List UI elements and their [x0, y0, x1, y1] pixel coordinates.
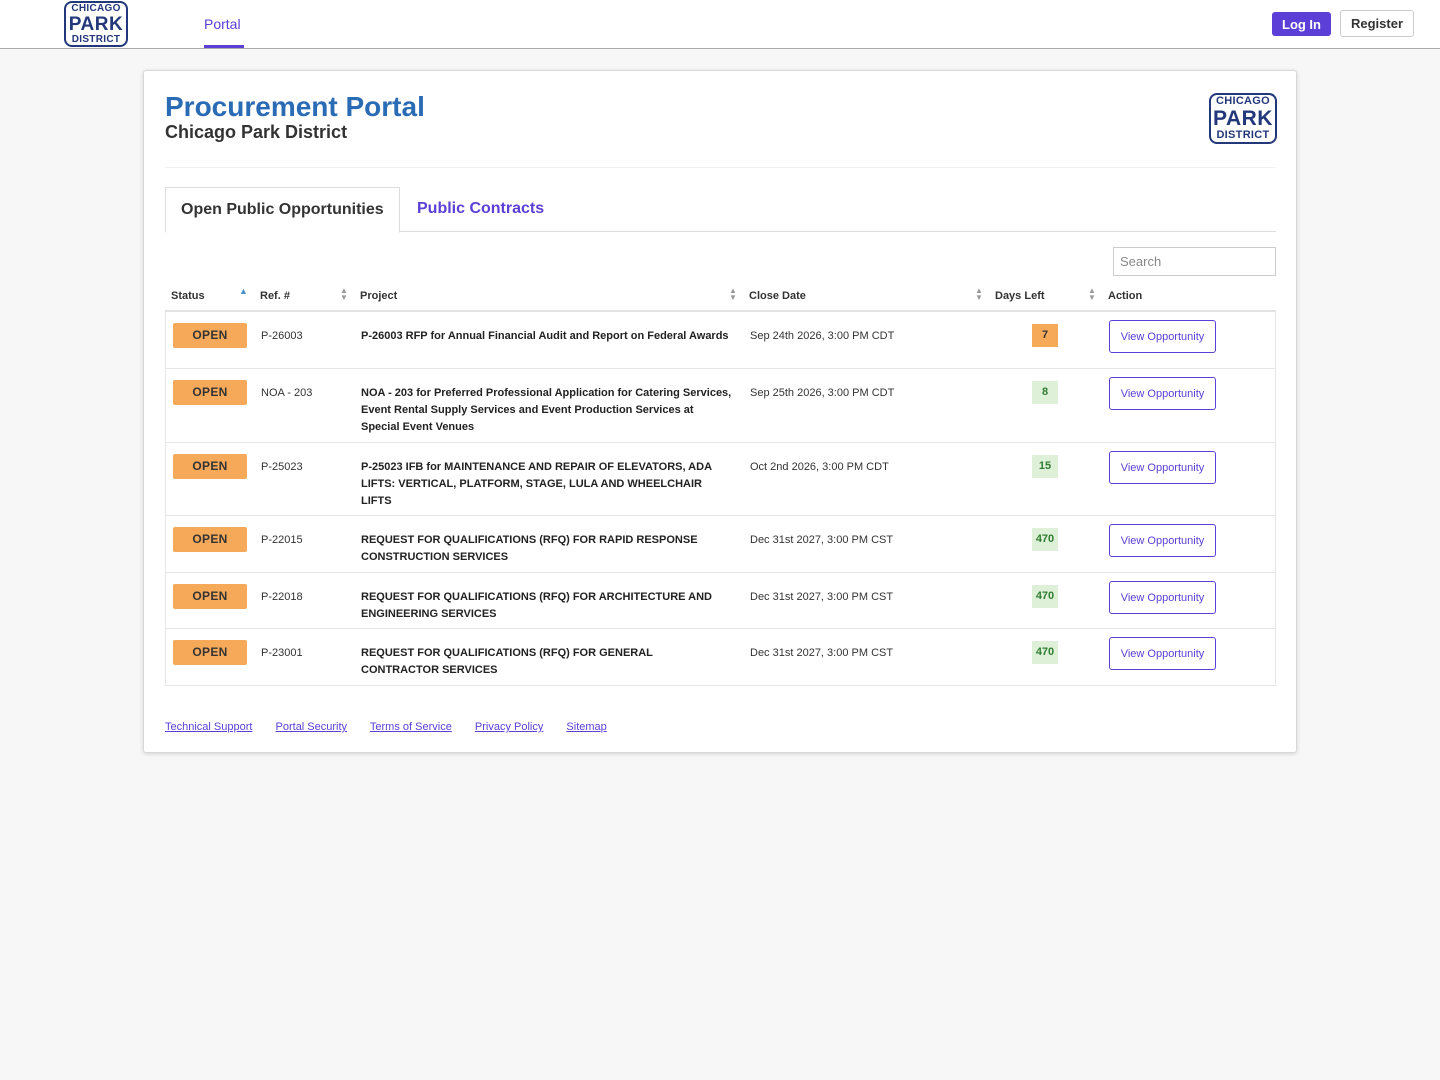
column-header-action: Action	[1108, 290, 1143, 302]
close-date: Sep 24th 2026, 3:00 PM CDT	[750, 330, 895, 342]
chicago-park-district-logo[interactable]: CHICAGO PARK DISTRICT	[64, 1, 128, 47]
ref-number: P-25023	[261, 461, 303, 473]
project-name: REQUEST FOR QUALIFICATIONS (RFQ) FOR RAP…	[361, 534, 698, 563]
days-left-badge: 15	[1032, 455, 1058, 478]
header-divider	[165, 167, 1276, 168]
project-name: P-25023 IFB for MAINTENANCE AND REPAIR O…	[361, 461, 712, 507]
project-name: NOA - 203 for Preferred Professional App…	[361, 387, 732, 433]
column-header-project[interactable]: Project	[360, 290, 397, 302]
close-date: Sep 25th 2026, 3:00 PM CDT	[750, 387, 895, 399]
close-date: Dec 31st 2027, 3:00 PM CST	[750, 647, 894, 659]
nav-active-indicator	[204, 45, 244, 48]
close-date: Dec 31st 2027, 3:00 PM CST	[750, 591, 894, 603]
ref-number: P-26003	[261, 330, 303, 342]
close-date: Oct 2nd 2026, 3:00 PM CDT	[750, 461, 889, 473]
footer-links: Technical Support Portal Security Terms …	[165, 721, 627, 733]
view-opportunity-button[interactable]: View Opportunity	[1109, 637, 1216, 670]
footer-link-terms-of-service[interactable]: Terms of Service	[370, 721, 452, 733]
login-button[interactable]: Log In	[1272, 12, 1331, 36]
top-navbar: CHICAGO PARK DISTRICT Portal Log In Regi…	[0, 0, 1440, 49]
status-badge: OPEN	[173, 380, 247, 405]
nav-portal-link[interactable]: Portal	[204, 16, 241, 32]
ref-number: P-22015	[261, 534, 303, 546]
logo-line-3: DISTRICT	[1216, 129, 1270, 141]
project-name: P-26003 RFP for Annual Financial Audit a…	[361, 330, 729, 342]
column-header-close-date[interactable]: Close Date	[749, 290, 806, 302]
status-badge: OPEN	[173, 584, 247, 609]
days-left-badge: 470	[1032, 585, 1058, 608]
view-opportunity-button[interactable]: View Opportunity	[1109, 320, 1216, 353]
table-row: OPEN P-25023 P-25023 IFB for MAINTENANCE…	[166, 443, 1275, 516]
page-title: Procurement Portal	[165, 91, 425, 122]
view-opportunity-button[interactable]: View Opportunity	[1109, 451, 1216, 484]
project-name: REQUEST FOR QUALIFICATIONS (RFQ) FOR GEN…	[361, 647, 653, 676]
column-header-days-left[interactable]: Days Left	[995, 290, 1045, 302]
view-opportunity-button[interactable]: View Opportunity	[1109, 524, 1216, 557]
days-left-badge: 7	[1032, 324, 1058, 347]
logo-line-2: PARK	[68, 13, 124, 35]
table-row: OPEN P-22015 REQUEST FOR QUALIFICATIONS …	[166, 516, 1275, 573]
ref-number: NOA - 203	[261, 387, 313, 399]
column-header-status[interactable]: Status	[171, 290, 205, 302]
table-header: Status ▲ Ref. # ▲ ▼ Project ▲ ▼ Close Date…	[165, 283, 1276, 312]
view-opportunity-button[interactable]: View Opportunity	[1109, 377, 1216, 410]
logo-line-3: DISTRICT	[71, 33, 121, 45]
sort-icon[interactable]: ▲ ▼	[1088, 287, 1096, 302]
footer-link-portal-security[interactable]: Portal Security	[276, 721, 348, 733]
header-logo: CHICAGO PARK DISTRICT	[1209, 93, 1277, 144]
table-row: OPEN P-26003 P-26003 RFP for Annual Fina…	[166, 312, 1275, 369]
logo-line-2: PARK	[1213, 107, 1273, 130]
tab-open-public-opportunities[interactable]: Open Public Opportunities	[165, 187, 400, 233]
sort-icon[interactable]: ▲ ▼	[340, 287, 348, 302]
footer-link-technical-support[interactable]: Technical Support	[165, 721, 252, 733]
search-input[interactable]	[1113, 247, 1276, 276]
logo-line-1: CHICAGO	[71, 2, 121, 14]
sort-icon[interactable]: ▲ ▼	[975, 287, 983, 302]
status-badge: OPEN	[173, 454, 247, 479]
footer-link-privacy-policy[interactable]: Privacy Policy	[475, 721, 543, 733]
tab-public-contracts[interactable]: Public Contracts	[417, 187, 544, 232]
table-row: OPEN NOA - 203 NOA - 203 for Preferred P…	[166, 369, 1275, 443]
table-row: OPEN P-22018 REQUEST FOR QUALIFICATIONS …	[166, 573, 1275, 629]
days-left-badge: 8	[1032, 381, 1058, 404]
ref-number: P-23001	[261, 647, 303, 659]
page-subtitle: Chicago Park District	[165, 122, 348, 142]
sort-icon[interactable]: ▲ ▼	[729, 287, 737, 302]
sort-asc-icon[interactable]: ▲	[239, 287, 248, 296]
project-name: REQUEST FOR QUALIFICATIONS (RFQ) FOR ARC…	[361, 591, 712, 620]
status-badge: OPEN	[173, 323, 247, 348]
days-left-badge: 470	[1032, 641, 1058, 664]
procurement-card: Procurement Portal Chicago Park District…	[143, 70, 1297, 753]
opportunities-table-body: OPEN P-26003 P-26003 RFP for Annual Fina…	[165, 312, 1276, 686]
status-badge: OPEN	[173, 640, 247, 665]
column-header-ref[interactable]: Ref. #	[260, 290, 290, 302]
ref-number: P-22018	[261, 591, 303, 603]
close-date: Dec 31st 2027, 3:00 PM CST	[750, 534, 894, 546]
days-left-badge: 470	[1032, 528, 1058, 551]
footer-link-sitemap[interactable]: Sitemap	[566, 721, 606, 733]
view-opportunity-button[interactable]: View Opportunity	[1109, 581, 1216, 614]
table-row: OPEN P-23001 REQUEST FOR QUALIFICATIONS …	[166, 629, 1275, 686]
tab-bar: Open Public Opportunities Public Contrac…	[165, 187, 1276, 233]
register-button[interactable]: Register	[1340, 10, 1414, 37]
status-badge: OPEN	[173, 527, 247, 552]
logo-line-1: CHICAGO	[1215, 95, 1271, 107]
